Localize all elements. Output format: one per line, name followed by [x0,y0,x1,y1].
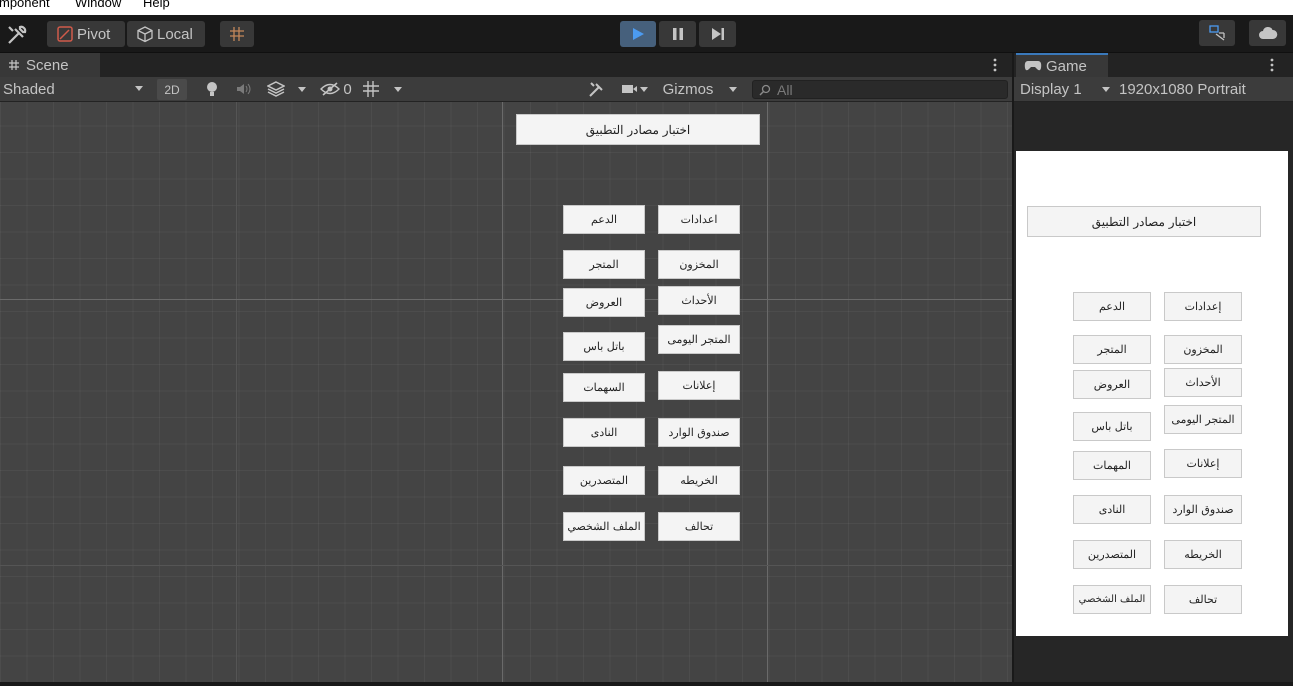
scene-battle-pass-button[interactable]: باتل باس [563,332,645,361]
game-profile-button[interactable]: الملف الشخصي [1073,585,1151,614]
audio-icon[interactable] [231,77,257,101]
scene-search-input[interactable]: All [752,80,1008,99]
game-support-button[interactable]: الدعم [1073,292,1151,321]
scene-inbox-button[interactable]: صندوق الوارد [658,418,740,447]
gizmos-dropdown[interactable]: Gizmos [657,77,719,101]
tools-icon[interactable] [584,77,610,101]
collab-icon [1208,24,1226,42]
collab-button[interactable] [1199,20,1235,46]
scene-inventory-button[interactable]: المخزون [658,250,740,279]
game-toolbar: Display 1 1920x1080 Portrait [1014,77,1293,102]
menu-help[interactable]: Help [143,0,170,9]
game-club-button[interactable]: النادى [1073,495,1151,524]
scene-viewport[interactable]: اختبار مصادر التطبيق اعدادات الدعم المخز… [0,102,1012,682]
game-inventory-button[interactable]: المخزون [1164,335,1242,364]
cloud-icon [1258,26,1278,40]
chevron-down-icon[interactable] [292,77,312,101]
local-button[interactable]: Local [127,21,205,47]
scene-daily-store-button[interactable]: المتجر اليومى [658,325,740,354]
2d-toggle[interactable]: 2D [157,79,187,100]
search-icon [759,84,771,96]
pivot-icon [56,25,74,43]
scene-toolbar: Shaded 2D 0 Gizmos All [0,77,1012,102]
hash-icon [8,59,20,71]
menu-window[interactable]: Window [75,0,121,9]
canvas-guide-line [0,299,1012,300]
canvas-guide-line [236,102,237,682]
menu-bar: mponent Window Help [0,0,1293,15]
hidden-objects-toggle[interactable]: 0 [316,77,356,101]
scene-settings-button[interactable]: اعدادات [658,205,740,234]
chevron-down-icon[interactable] [722,77,744,101]
chevron-down-icon [134,83,144,93]
status-bar [0,682,1293,686]
eye-slash-icon [320,82,341,96]
game-missions-button[interactable]: المهمات [1073,451,1151,480]
game-title-button[interactable]: اختبار مصادر التطبيق [1027,206,1261,237]
shading-mode-dropdown[interactable]: Shaded [0,77,148,101]
cloud-button[interactable] [1249,20,1286,46]
step-icon [711,27,725,41]
grid-snap-button[interactable] [220,21,254,47]
resolution-dropdown[interactable]: 1920x1080 Portrait [1119,77,1291,101]
cube-icon [136,25,154,43]
scene-events-button[interactable]: الأحداث [658,286,740,315]
game-leaders-button[interactable]: المتصدرين [1073,540,1151,569]
tab-game[interactable]: Game [1016,53,1108,77]
canvas-guide-line [767,102,768,682]
game-alliance-button[interactable]: تحالف [1164,585,1242,614]
scene-store-button[interactable]: المتجر [563,250,645,279]
scene-alliance-button[interactable]: تحالف [658,512,740,541]
scene-leaders-button[interactable]: المتصدرين [563,466,645,495]
chevron-down-icon[interactable] [388,77,408,101]
scene-tab-bar [0,53,1012,77]
play-icon [631,27,645,41]
game-daily-store-button[interactable]: المتجر اليومى [1164,405,1242,434]
game-store-button[interactable]: المتجر [1073,335,1151,364]
effects-icon[interactable] [263,77,289,101]
menu-component[interactable]: mponent [0,0,50,9]
canvas-guide-line [502,102,503,682]
step-button[interactable] [699,21,736,47]
scene-club-button[interactable]: النادى [563,418,645,447]
game-menu-icon[interactable] [1266,57,1278,73]
play-button[interactable] [620,21,656,47]
scene-profile-button[interactable]: الملف الشخصي [563,512,645,541]
scene-menu-icon[interactable] [989,57,1001,73]
game-inbox-button[interactable]: صندوق الوارد [1164,495,1242,524]
main-toolbar: Pivot Local [0,15,1293,53]
scene-map-button[interactable]: الخريطه [658,466,740,495]
tools-icon[interactable] [6,24,28,46]
tab-scene[interactable]: Scene [0,53,100,77]
pause-button[interactable] [659,21,696,47]
scene-title-button[interactable]: اختبار مصادر التطبيق [516,114,760,145]
game-settings-button[interactable]: إعدادات [1164,292,1242,321]
game-events-button[interactable]: الأحداث [1164,368,1242,397]
game-offers-button[interactable]: العروض [1073,370,1151,399]
scene-support-button[interactable]: الدعم [563,205,645,234]
game-map-button[interactable]: الخريطه [1164,540,1242,569]
camera-icon[interactable] [616,77,654,101]
scene-offers-button[interactable]: العروض [563,288,645,317]
scene-missions-button[interactable]: السهمات [563,373,645,402]
grid-snap-icon [228,25,246,43]
lighting-icon[interactable] [200,77,224,101]
gamepad-icon [1024,60,1042,72]
game-ads-button[interactable]: إعلانات [1164,449,1242,478]
game-battle-pass-button[interactable]: باتل باس [1073,412,1151,441]
grid-icon[interactable] [358,77,384,101]
pause-icon [671,27,685,41]
chevron-down-icon[interactable] [1098,77,1114,101]
scene-ads-button[interactable]: إعلانات [658,371,740,400]
pivot-button[interactable]: Pivot [47,21,125,47]
canvas-guide-line [0,565,1012,566]
game-screen[interactable]: اختبار مصادر التطبيق إعدادات الدعم المخز… [1016,151,1288,636]
